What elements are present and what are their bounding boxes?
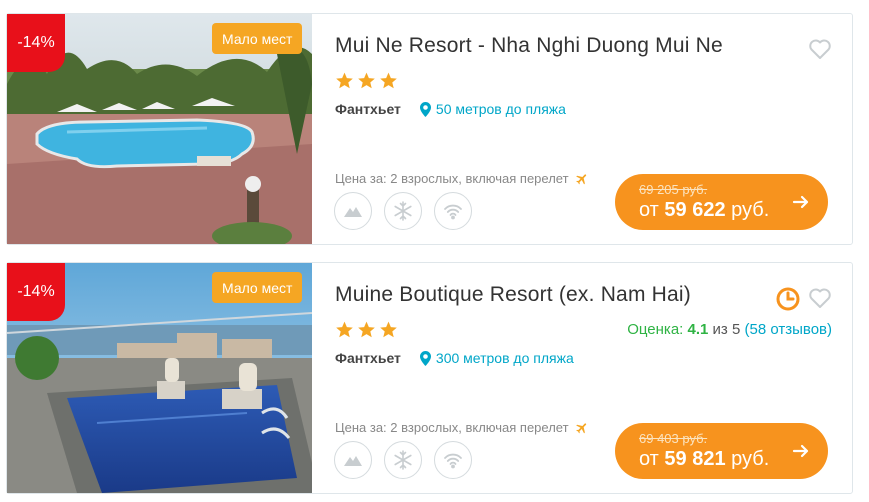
- discount-badge: -14%: [7, 263, 65, 321]
- current-price: от 59 821 руб.: [639, 448, 769, 471]
- price-currency: руб.: [731, 448, 770, 470]
- rating-label: Оценка:: [627, 321, 684, 338]
- price-currency: руб.: [731, 199, 770, 221]
- guest-rating: Оценка: 4.1 из 5 (58 отзывов): [627, 321, 832, 338]
- heart-icon[interactable]: [808, 287, 832, 309]
- mountain-icon: [334, 192, 372, 230]
- old-price: 69 205 руб.: [639, 182, 708, 197]
- star-icon: [336, 321, 353, 338]
- amenities: [334, 441, 472, 479]
- map-pin-icon: [419, 101, 431, 117]
- location: Фантхьет 300 метров до пляжа: [335, 350, 574, 366]
- hotel-name[interactable]: Muine Boutique Resort (ex. Nam Hai): [335, 283, 691, 307]
- clock-icon: [776, 287, 800, 311]
- arrow-right-icon: [792, 444, 809, 458]
- rating-scale: из 5: [712, 321, 741, 338]
- hotel-card[interactable]: -14% Мало мест Muine Boutique Resort (ex…: [6, 262, 853, 494]
- wifi-icon: [434, 441, 472, 479]
- hotel-card[interactable]: -14% Мало мест Mui Ne Resort - Nha Nghi …: [6, 13, 853, 245]
- price-note: Цена за: 2 взрослых, включая перелет: [335, 420, 589, 435]
- snowflake-icon: [384, 441, 422, 479]
- star-rating: [335, 71, 398, 90]
- rating-value: 4.1: [687, 321, 709, 338]
- beach-distance-link[interactable]: 50 метров до пляжа: [436, 101, 566, 117]
- star-icon: [380, 72, 397, 89]
- price-button[interactable]: 69 205 руб. от 59 622 руб.: [615, 174, 828, 230]
- star-icon: [358, 72, 375, 89]
- city-label: Фантхьет: [335, 101, 401, 117]
- availability-badge: Мало мест: [212, 272, 303, 303]
- wifi-icon: [434, 192, 472, 230]
- snowflake-icon: [384, 192, 422, 230]
- star-icon: [336, 72, 353, 89]
- availability-badge: Мало мест: [212, 23, 303, 54]
- old-price: 69 403 руб.: [639, 431, 708, 446]
- star-icon: [380, 321, 397, 338]
- city-label: Фантхьет: [335, 350, 401, 366]
- arrow-right-icon: [792, 195, 809, 209]
- location: Фантхьет 50 метров до пляжа: [335, 101, 566, 117]
- airplane-icon: [575, 173, 586, 184]
- star-icon: [358, 321, 375, 338]
- star-rating: [335, 320, 398, 339]
- price-note: Цена за: 2 взрослых, включая перелет: [335, 171, 589, 186]
- discount-badge: -14%: [7, 14, 65, 72]
- map-pin-icon: [419, 350, 431, 366]
- price-prefix: от: [639, 199, 659, 221]
- price-amount: 59 821: [664, 448, 726, 470]
- airplane-icon: [575, 422, 586, 433]
- hotel-name[interactable]: Mui Ne Resort - Nha Nghi Duong Mui Ne: [335, 34, 723, 58]
- current-price: от 59 622 руб.: [639, 199, 769, 222]
- mountain-icon: [334, 441, 372, 479]
- beach-distance-link[interactable]: 300 метров до пляжа: [436, 350, 574, 366]
- reviews-link[interactable]: (58 отзывов): [745, 321, 833, 338]
- price-prefix: от: [639, 448, 659, 470]
- heart-icon[interactable]: [808, 38, 832, 60]
- price-note-text: Цена за: 2 взрослых, включая перелет: [335, 420, 569, 435]
- amenities: [334, 192, 472, 230]
- price-amount: 59 622: [664, 199, 726, 221]
- price-button[interactable]: 69 403 руб. от 59 821 руб.: [615, 423, 828, 479]
- price-note-text: Цена за: 2 взрослых, включая перелет: [335, 171, 569, 186]
